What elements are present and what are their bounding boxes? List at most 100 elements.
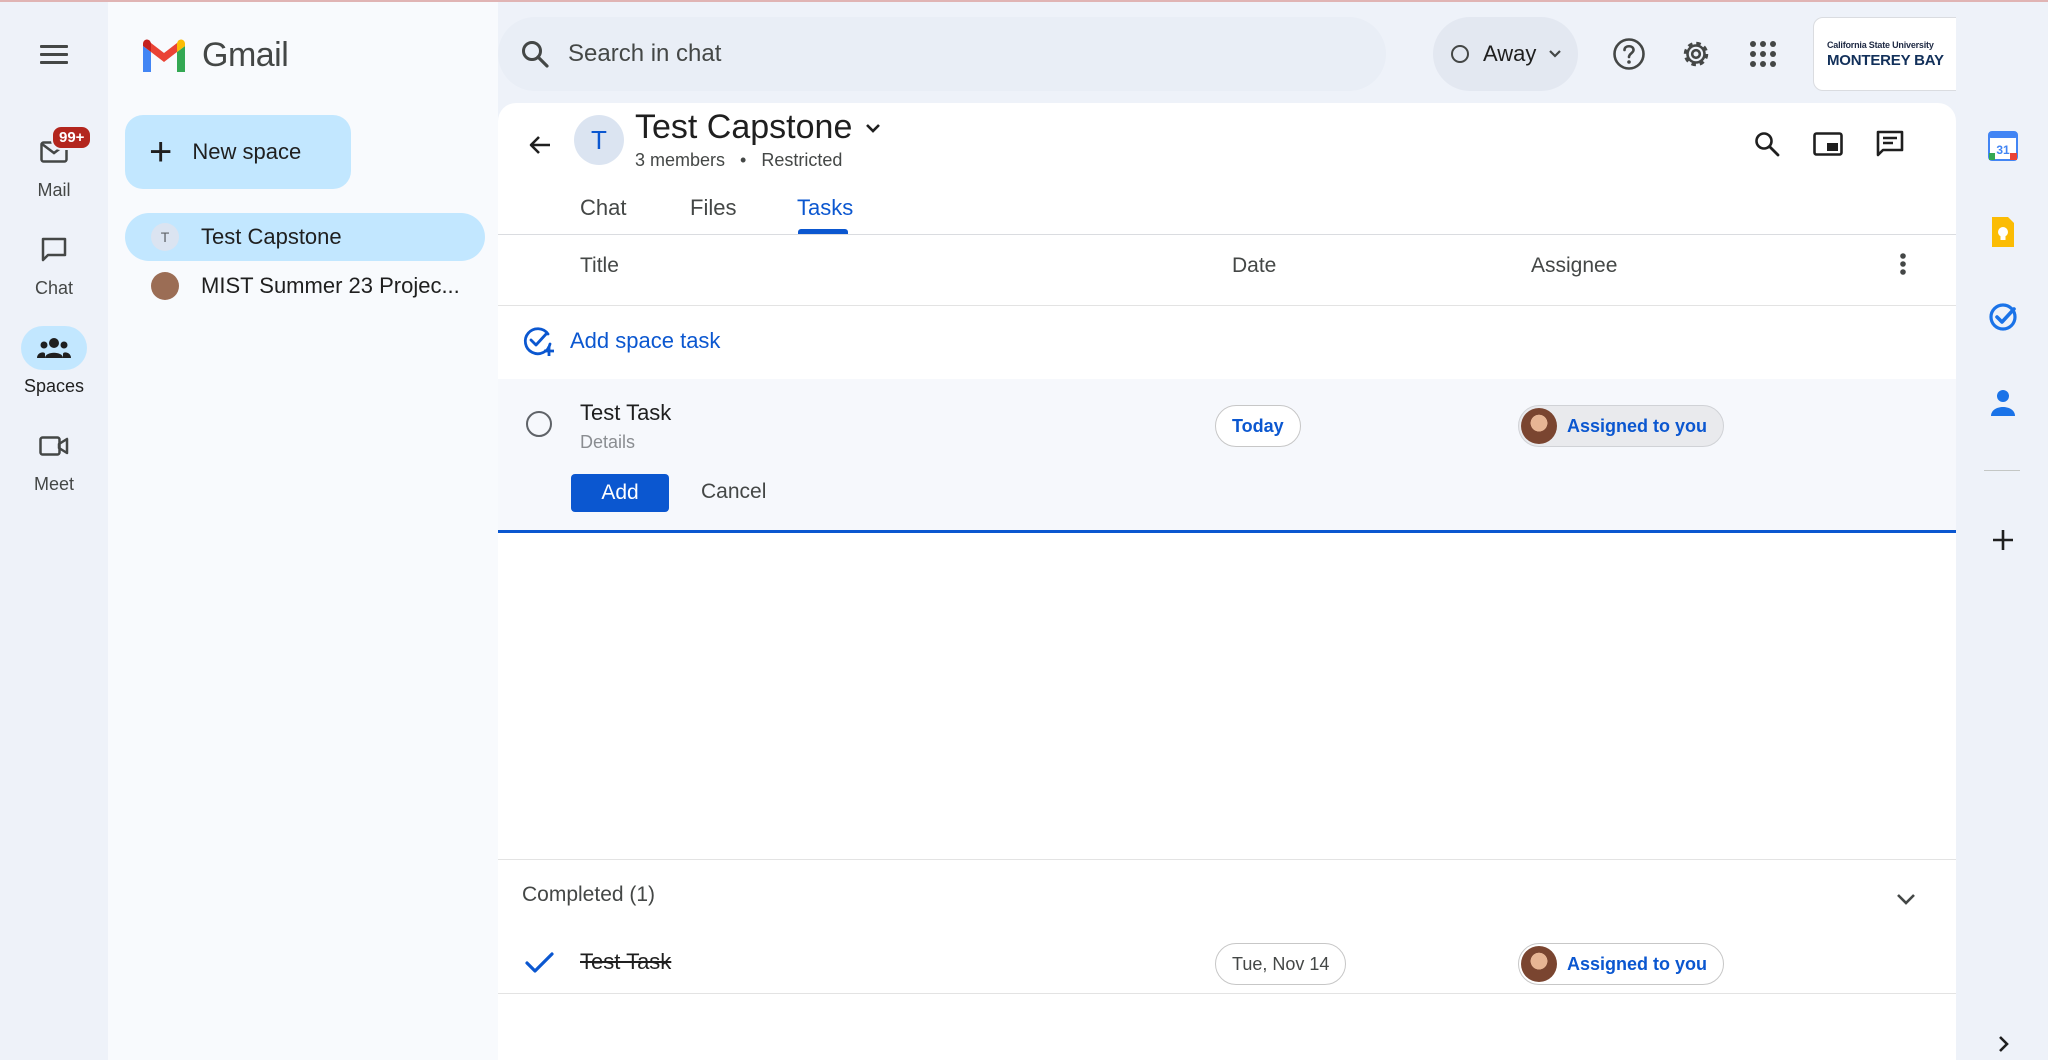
show-side-panel-button[interactable] <box>1986 1027 2020 1060</box>
search-placeholder: Search in chat <box>568 40 722 67</box>
arrow-back-icon <box>529 136 550 154</box>
task-date-chip[interactable]: Today <box>1215 405 1301 447</box>
task-title-input[interactable]: Test Task <box>580 400 671 426</box>
main-menu-button[interactable] <box>34 40 74 72</box>
rail-item-spaces[interactable]: Spaces <box>0 326 108 397</box>
help-icon <box>1613 38 1645 70</box>
gear-icon <box>1683 41 1709 67</box>
calendar-icon: 31 <box>1988 131 2018 161</box>
contacts-app-button[interactable] <box>1986 386 2020 420</box>
side-panel-divider <box>1984 470 2020 471</box>
rail-label-spaces: Spaces <box>23 376 85 396</box>
divider <box>498 859 1956 860</box>
app-rail: Mail 99+ Chat Spaces Meet <box>0 2 108 1060</box>
tasks-app-button[interactable] <box>1986 300 2020 334</box>
edit-focus-underline <box>498 530 1956 533</box>
contacts-icon <box>1991 390 2015 416</box>
add-space-task-button[interactable]: Add space task <box>522 325 720 357</box>
apps-button[interactable] <box>1741 32 1785 76</box>
task-assignee-chip[interactable]: Assigned to you <box>1518 405 1725 447</box>
completed-task-assignee-chip[interactable]: Assigned to you <box>1518 943 1725 985</box>
collapse-completed-button[interactable] <box>1888 881 1924 917</box>
separator-dot: • <box>740 150 747 170</box>
gmail-m-icon <box>143 39 185 72</box>
popout-button[interactable] <box>1806 122 1850 166</box>
rail-item-meet[interactable]: Meet <box>0 424 108 495</box>
org-line-2: MONTEREY BAY <box>1827 51 1944 69</box>
column-header-date[interactable]: Date <box>1232 254 1276 278</box>
space-panel: T Test Capstone 3 members • Restricted C… <box>498 103 1956 1060</box>
chevron-down-icon <box>866 123 881 133</box>
add-task-icon <box>523 327 554 356</box>
tab-chat[interactable]: Chat <box>580 195 626 221</box>
cancel-button[interactable]: Cancel <box>701 480 766 504</box>
space-name: MIST Summer 23 Projec... <box>201 273 460 298</box>
rail-label-mail: Mail <box>37 180 71 200</box>
task-details-input[interactable]: Details <box>580 432 635 453</box>
new-space-label: New space <box>192 139 302 164</box>
settings-button[interactable] <box>1674 32 1718 76</box>
space-item-test-capstone[interactable]: T Test Capstone <box>125 213 485 261</box>
threads-button[interactable] <box>1868 122 1912 166</box>
space-avatar: T <box>151 223 179 251</box>
search-in-space-button[interactable] <box>1745 122 1789 166</box>
checkmark-icon <box>525 952 554 973</box>
space-header-avatar: T <box>574 115 624 165</box>
status-label: Away <box>1483 41 1537 66</box>
member-count[interactable]: 3 members <box>635 150 725 170</box>
help-button[interactable] <box>1607 32 1651 76</box>
divider <box>498 993 1956 994</box>
plus-icon: + <box>149 130 173 174</box>
chevron-right-icon <box>1999 1036 2009 1052</box>
add-space-task-label: Add space task <box>570 328 721 353</box>
completed-section-header[interactable]: Completed (1) <box>522 883 655 907</box>
svg-text:31: 31 <box>1996 143 2010 157</box>
search-icon <box>1755 132 1780 157</box>
space-item-mist-summer[interactable]: MIST Summer 23 Projec... <box>125 262 485 310</box>
side-panel: 31 <box>1956 2 2048 1060</box>
space-title-dropdown[interactable]: Test Capstone <box>635 108 886 147</box>
assignee-avatar <box>1521 408 1557 444</box>
space-title: Test Capstone <box>635 108 853 146</box>
completed-task-date-chip[interactable]: Tue, Nov 14 <box>1215 943 1347 985</box>
more-options-button[interactable] <box>1885 246 1921 282</box>
org-logo: California State University MONTEREY BAY <box>1827 40 1944 69</box>
tab-files[interactable]: Files <box>690 195 736 221</box>
picture-in-picture-icon <box>1813 132 1843 156</box>
space-name: Test Capstone <box>201 224 342 249</box>
spaces-icon <box>21 326 87 370</box>
video-camera-icon <box>21 424 87 468</box>
active-tab-indicator <box>798 229 848 234</box>
calendar-app-button[interactable]: 31 <box>1986 129 2020 163</box>
get-addons-button[interactable] <box>1986 523 2020 557</box>
search-bar[interactable]: Search in chat <box>498 17 1386 91</box>
assignee-label: Assigned to you <box>1567 415 1708 436</box>
gmail-logo[interactable]: Gmail <box>140 36 289 75</box>
chevron-down-icon <box>1897 894 1915 905</box>
task-complete-radio[interactable] <box>526 411 552 437</box>
assignee-avatar <box>1521 946 1557 982</box>
tab-tasks[interactable]: Tasks <box>797 195 853 221</box>
add-task-button[interactable]: Add <box>571 474 669 512</box>
plus-icon <box>1993 530 2013 550</box>
rail-label-chat: Chat <box>34 278 74 298</box>
unread-badge: 99+ <box>51 125 93 150</box>
gmail-wordmark: Gmail <box>202 36 289 74</box>
completed-task-check[interactable] <box>522 945 556 979</box>
completed-task-title[interactable]: Test Task <box>580 949 671 975</box>
back-button[interactable] <box>520 125 560 165</box>
rail-item-chat[interactable]: Chat <box>0 228 108 299</box>
rail-label-meet: Meet <box>33 474 75 494</box>
column-header-assignee[interactable]: Assignee <box>1531 254 1617 278</box>
apps-grid-icon <box>1750 41 1776 67</box>
access-level: Restricted <box>761 150 843 170</box>
status-dropdown[interactable]: Away <box>1433 17 1578 91</box>
keep-app-button[interactable] <box>1986 215 2020 249</box>
keep-icon <box>1992 217 2014 247</box>
more-vert-icon <box>1900 253 1906 275</box>
task-edit-row: Test Task Details Today Assigned to you … <box>498 379 1956 532</box>
space-subtitle: 3 members • Restricted <box>635 150 842 171</box>
away-status-icon <box>1451 45 1469 63</box>
column-header-title[interactable]: Title <box>580 254 619 278</box>
new-space-button[interactable]: + New space <box>125 115 351 189</box>
